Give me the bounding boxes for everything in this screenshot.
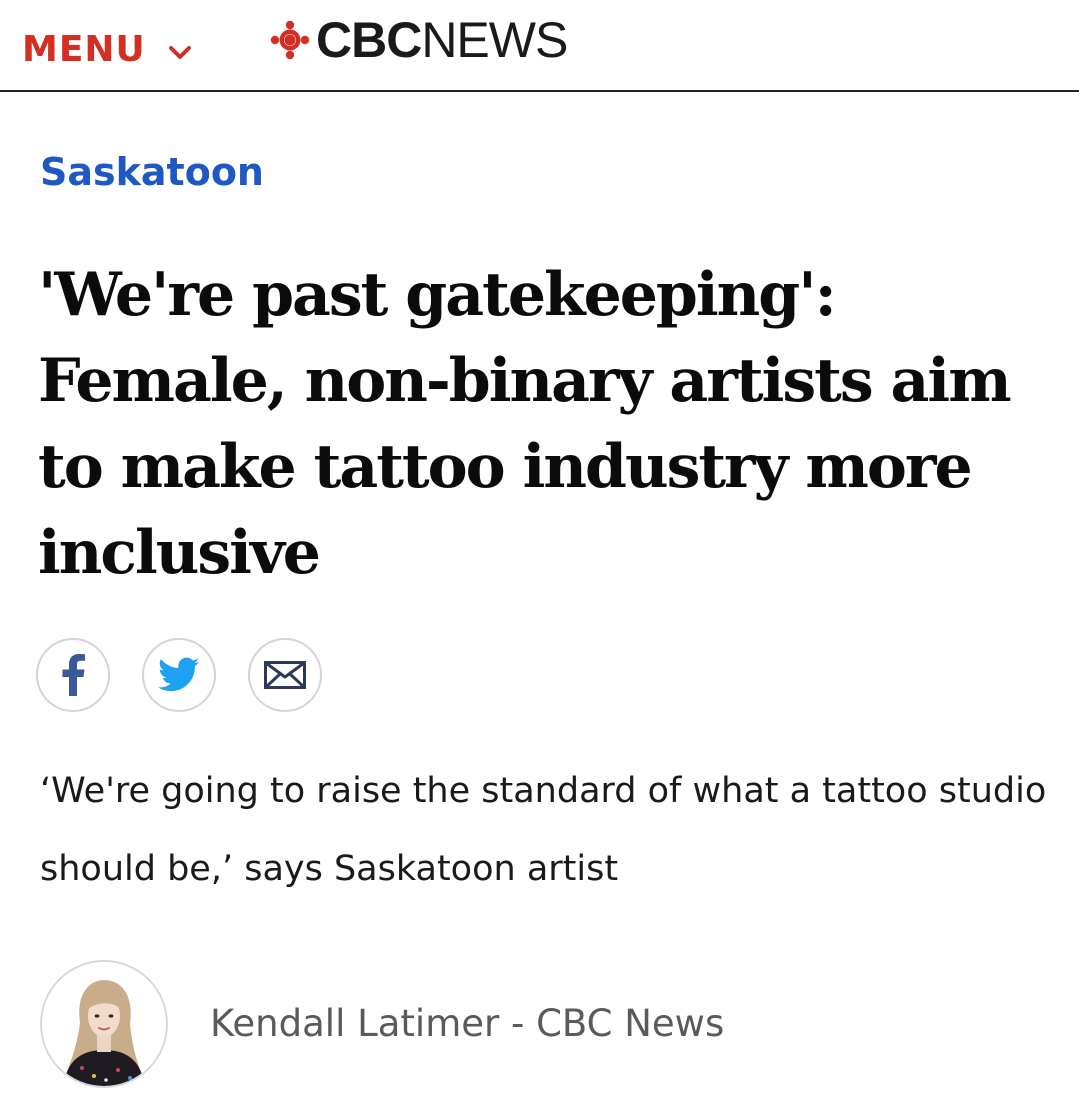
article-deck: ‘We're going to raise the standard of wh… bbox=[40, 771, 1047, 889]
chevron-down-icon bbox=[168, 46, 191, 59]
twitter-icon bbox=[158, 657, 200, 692]
menu-button[interactable]: MENU bbox=[22, 28, 192, 72]
share-buttons bbox=[36, 638, 354, 712]
email-icon bbox=[264, 661, 306, 689]
share-email-button[interactable] bbox=[248, 638, 322, 712]
site-header: MENU CBC NEWS bbox=[0, 0, 1079, 92]
cbc-news-logo[interactable]: CBC NEWS bbox=[270, 12, 568, 68]
menu-label: MENU bbox=[22, 29, 146, 70]
facebook-icon bbox=[62, 654, 85, 696]
share-facebook-button[interactable] bbox=[36, 638, 110, 712]
author-photo bbox=[42, 962, 166, 1086]
article-headline: 'We're past gatekeeping': Female, non-bi… bbox=[38, 260, 1012, 588]
logo-text-cbc: CBC bbox=[316, 12, 422, 68]
author-name[interactable]: Kendall Latimer - CBC News bbox=[210, 1000, 724, 1048]
author-avatar[interactable] bbox=[40, 960, 168, 1088]
byline: Kendall Latimer - CBC News bbox=[40, 960, 724, 1088]
section-link[interactable]: Saskatoon bbox=[40, 148, 264, 196]
logo-text-news: NEWS bbox=[421, 12, 568, 68]
cbc-gem-icon bbox=[270, 20, 310, 60]
share-twitter-button[interactable] bbox=[142, 638, 216, 712]
